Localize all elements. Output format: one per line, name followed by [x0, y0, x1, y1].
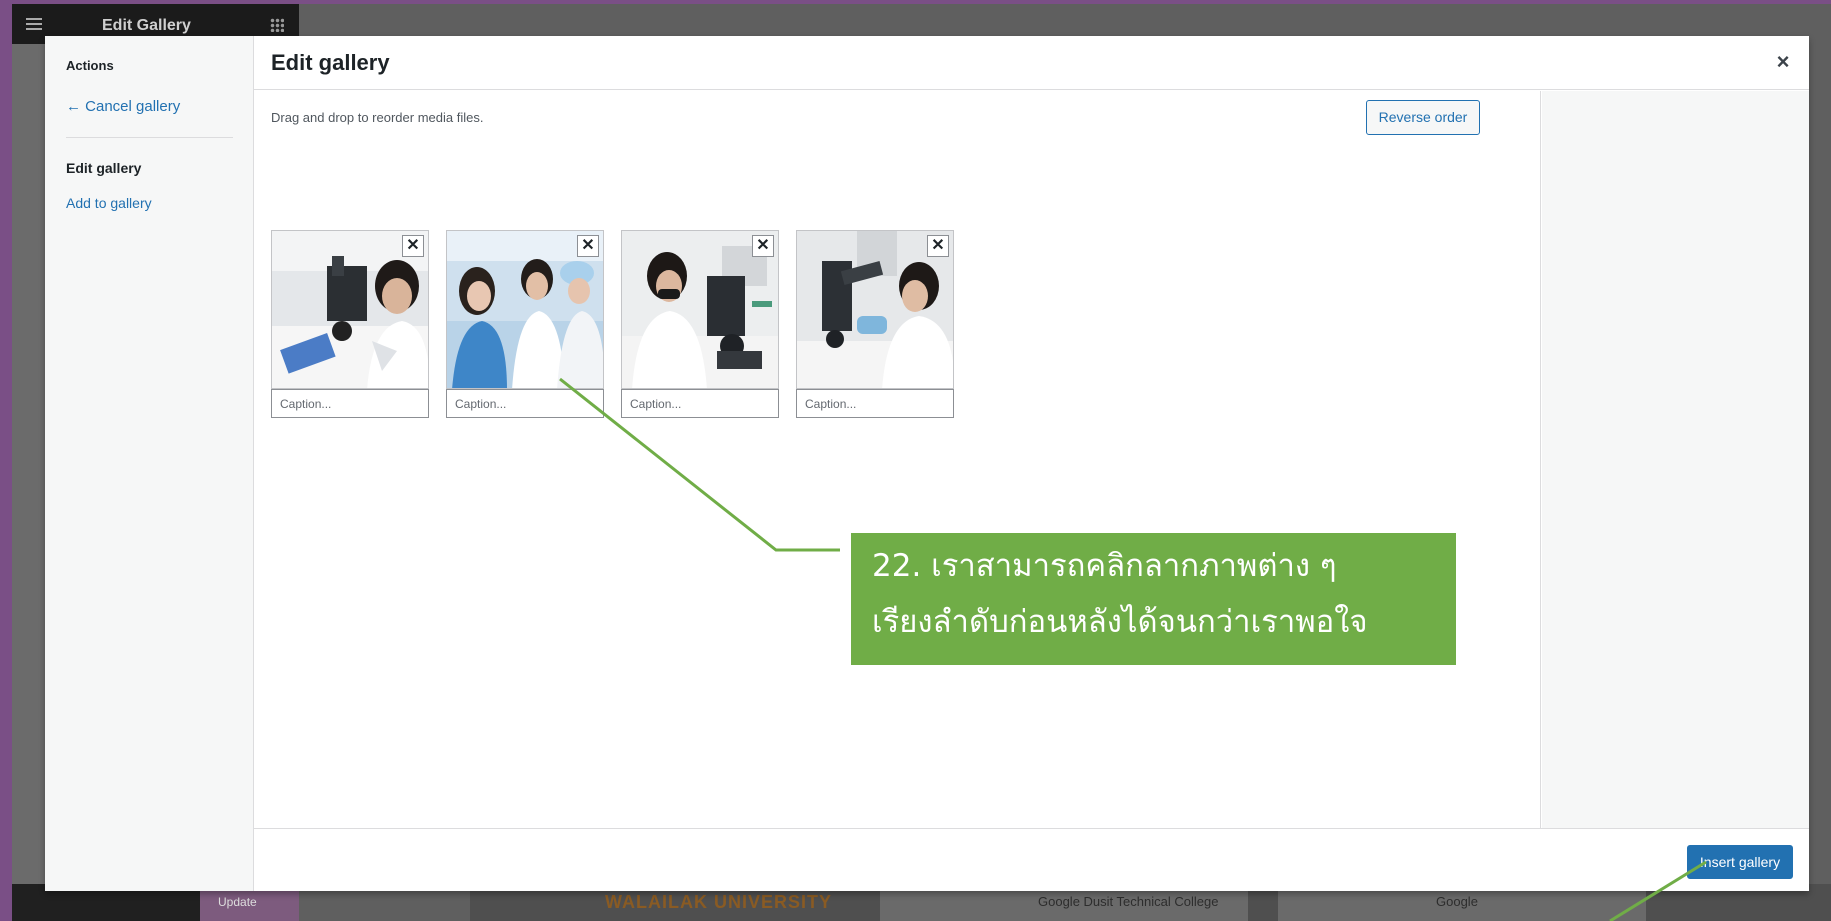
attachment-details-sidebar — [1542, 91, 1809, 829]
remove-icon[interactable]: ✕ — [752, 235, 774, 257]
close-icon[interactable]: × — [1771, 50, 1795, 74]
add-to-gallery-link[interactable]: Add to gallery — [66, 195, 152, 211]
annotation-line-1: 22. เราสามารถคลิกลากภาพต่าง ๆ — [872, 548, 1337, 584]
lab-mask-microscope-photo[interactable]: ✕ — [621, 230, 779, 389]
background-map-2-label: Google — [1436, 894, 1478, 909]
caption-input[interactable] — [271, 389, 429, 418]
media-toolbar: Insert gallery — [254, 828, 1809, 891]
lab-closeup-microscope-photo[interactable]: ✕ — [796, 230, 954, 389]
modal-title-bar: Edit gallery × — [254, 36, 1809, 90]
background-editor-title: Edit Gallery — [102, 17, 191, 34]
gallery-item[interactable]: ✕ — [446, 230, 604, 418]
instructions-text: Drag and drop to reorder media files. — [271, 110, 484, 125]
edit-gallery-modal: Actions ← Cancel gallery Edit gallery Ad… — [45, 36, 1809, 891]
lab-group-photo[interactable]: ✕ — [446, 230, 604, 389]
remove-icon[interactable]: ✕ — [577, 235, 599, 257]
apps-grid-icon — [270, 18, 284, 32]
annotation-line-2: เรียงลำดับก่อนหลังได้จนกว่าเราพอใจ — [872, 604, 1368, 640]
caption-input[interactable] — [446, 389, 604, 418]
lab-microscope-photo[interactable]: ✕ — [271, 230, 429, 389]
gallery-item[interactable]: ✕ — [621, 230, 779, 418]
background-map-1-label: Google Dusit Technical College — [1038, 894, 1219, 909]
background-footer-logo-text: WALAILAK UNIVERSITY — [605, 892, 833, 912]
caption-input[interactable] — [796, 389, 954, 418]
gallery-item[interactable]: ✕ — [796, 230, 954, 418]
menu-item-edit-gallery[interactable]: Edit gallery — [66, 160, 141, 176]
gallery-content: Drag and drop to reorder media files. Re… — [254, 91, 1541, 829]
cancel-gallery-link[interactable]: ← Cancel gallery — [66, 98, 180, 115]
caption-input[interactable] — [621, 389, 779, 418]
menu-heading: Actions — [66, 58, 114, 73]
modal-title: Edit gallery — [271, 50, 390, 75]
menu-icon — [26, 18, 42, 30]
remove-icon[interactable]: ✕ — [402, 235, 424, 257]
annotation-callout: 22. เราสามารถคลิกลากภาพต่าง ๆ เรียงลำดับ… — [851, 533, 1456, 665]
insert-gallery-button[interactable]: Insert gallery — [1687, 845, 1793, 879]
remove-icon[interactable]: ✕ — [927, 235, 949, 257]
media-menu: Actions ← Cancel gallery Edit gallery Ad… — [45, 36, 254, 891]
gallery-item[interactable]: ✕ — [271, 230, 429, 418]
menu-separator — [66, 137, 233, 138]
reverse-order-button[interactable]: Reverse order — [1366, 100, 1480, 135]
